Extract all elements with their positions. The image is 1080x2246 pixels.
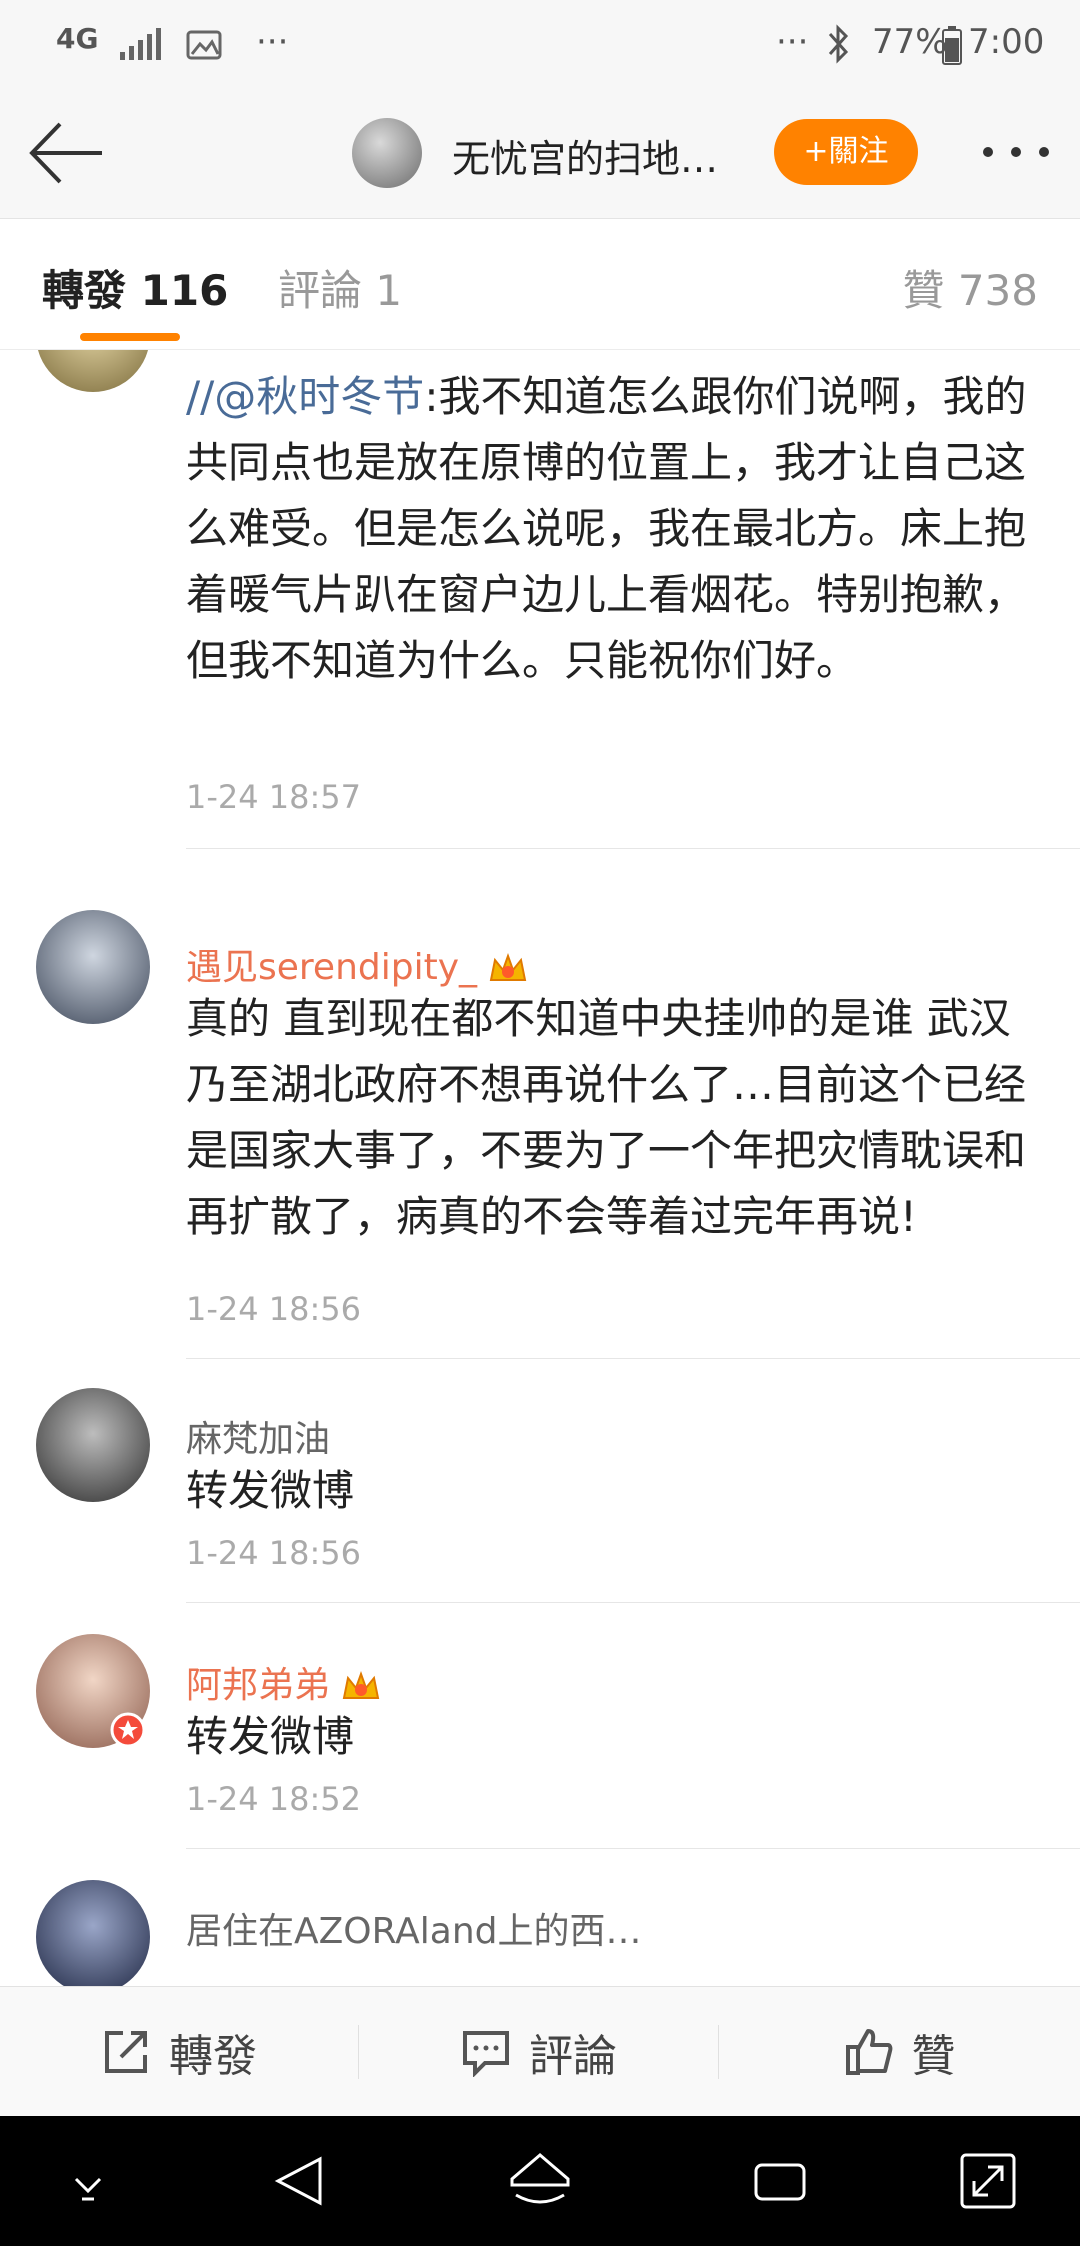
action-bar: 轉發 評論 贊 — [0, 1986, 1080, 2117]
battery-icon — [942, 26, 962, 65]
repost-button[interactable]: 轉發 — [0, 1987, 358, 2117]
top-bar: 无忧宫的扫地… +關注 — [0, 92, 1080, 219]
back-arrow-icon — [29, 122, 102, 184]
tab-comment[interactable]: 評論 1 — [278, 257, 402, 318]
user-mention[interactable]: //@秋时冬节 — [186, 372, 424, 421]
image-notification-icon — [186, 30, 222, 60]
tab-like[interactable]: 贊 738 — [902, 257, 1038, 318]
thumbs-up-icon — [845, 2029, 892, 2075]
author-name[interactable]: 无忧宫的扫地… — [452, 128, 718, 183]
follow-button[interactable]: +關注 — [774, 119, 918, 185]
network-indicator: 4G — [56, 22, 99, 55]
more-status: ··· — [776, 22, 809, 62]
active-tab-indicator — [80, 333, 180, 341]
username[interactable]: 阿邦弟弟 — [186, 1656, 382, 1708]
comment-text: //@秋时冬节:我不知道怎么跟你们说啊，我的共同点也是放在原博的位置上，我才让自… — [186, 372, 1027, 685]
recents-nav-icon[interactable] — [748, 2149, 812, 2213]
back-button[interactable] — [26, 118, 106, 188]
more-dots-icon — [983, 147, 1049, 157]
comment-time: 1-24 18:52 — [186, 1780, 362, 1818]
avatar[interactable] — [36, 350, 150, 392]
divider — [186, 1602, 1080, 1603]
tab-repost[interactable]: 轉發 116 — [42, 257, 228, 318]
divider — [186, 848, 1080, 849]
comment-text: 转发微博 — [186, 1712, 355, 1761]
more-options-button[interactable] — [976, 132, 1056, 172]
tab-bar: 轉發 116 評論 1 贊 738 — [0, 219, 1080, 350]
comment-text: 转发微博 — [186, 1466, 355, 1515]
signal-icon — [120, 28, 161, 60]
comment-time: 1-24 18:57 — [186, 778, 362, 816]
verified-badge-icon — [110, 1712, 146, 1748]
repost-list: //@秋时冬节:我不知道怎么跟你们说啊，我的共同点也是放在原博的位置上，我才让自… — [0, 350, 1080, 1986]
username[interactable]: 遇见serendipity_ — [186, 938, 529, 990]
avatar[interactable] — [36, 910, 150, 1024]
divider — [186, 1848, 1080, 1849]
comment-button[interactable]: 評論 — [359, 1987, 719, 2117]
back-nav-icon[interactable] — [268, 2149, 332, 2213]
clock: 7:00 — [968, 22, 1045, 62]
bluetooth-icon — [828, 24, 849, 64]
share-icon — [105, 2031, 147, 2073]
more-notifications: ··· — [256, 22, 289, 62]
home-nav-icon[interactable] — [508, 2149, 572, 2213]
username[interactable]: 居住在AZORAland上的西… — [186, 1902, 642, 1954]
comment-time: 1-24 18:56 — [186, 1290, 362, 1328]
like-button[interactable]: 贊 — [719, 1987, 1080, 2117]
avatar[interactable] — [36, 1388, 150, 1502]
system-nav-bar — [0, 2116, 1080, 2246]
battery-percent: 77% — [872, 22, 948, 62]
username[interactable]: 麻梵加油 — [186, 1410, 330, 1462]
author-avatar[interactable] — [352, 118, 422, 188]
status-bar: 4G ··· ··· 77% 7:00 — [0, 0, 1080, 92]
hide-keyboard-icon[interactable] — [56, 2149, 120, 2213]
vip-crown-icon — [489, 953, 527, 981]
avatar[interactable] — [36, 1880, 150, 1986]
comment-time: 1-24 18:56 — [186, 1534, 362, 1572]
comment-text: 真的 直到现在都不知道中央挂帅的是谁 武汉乃至湖北政府不想再说什么了…目前这个已… — [186, 994, 1027, 1241]
expand-nav-icon[interactable] — [956, 2149, 1020, 2213]
comment-icon — [463, 2031, 509, 2077]
divider — [186, 1358, 1080, 1359]
vip-crown-icon — [342, 1671, 380, 1699]
